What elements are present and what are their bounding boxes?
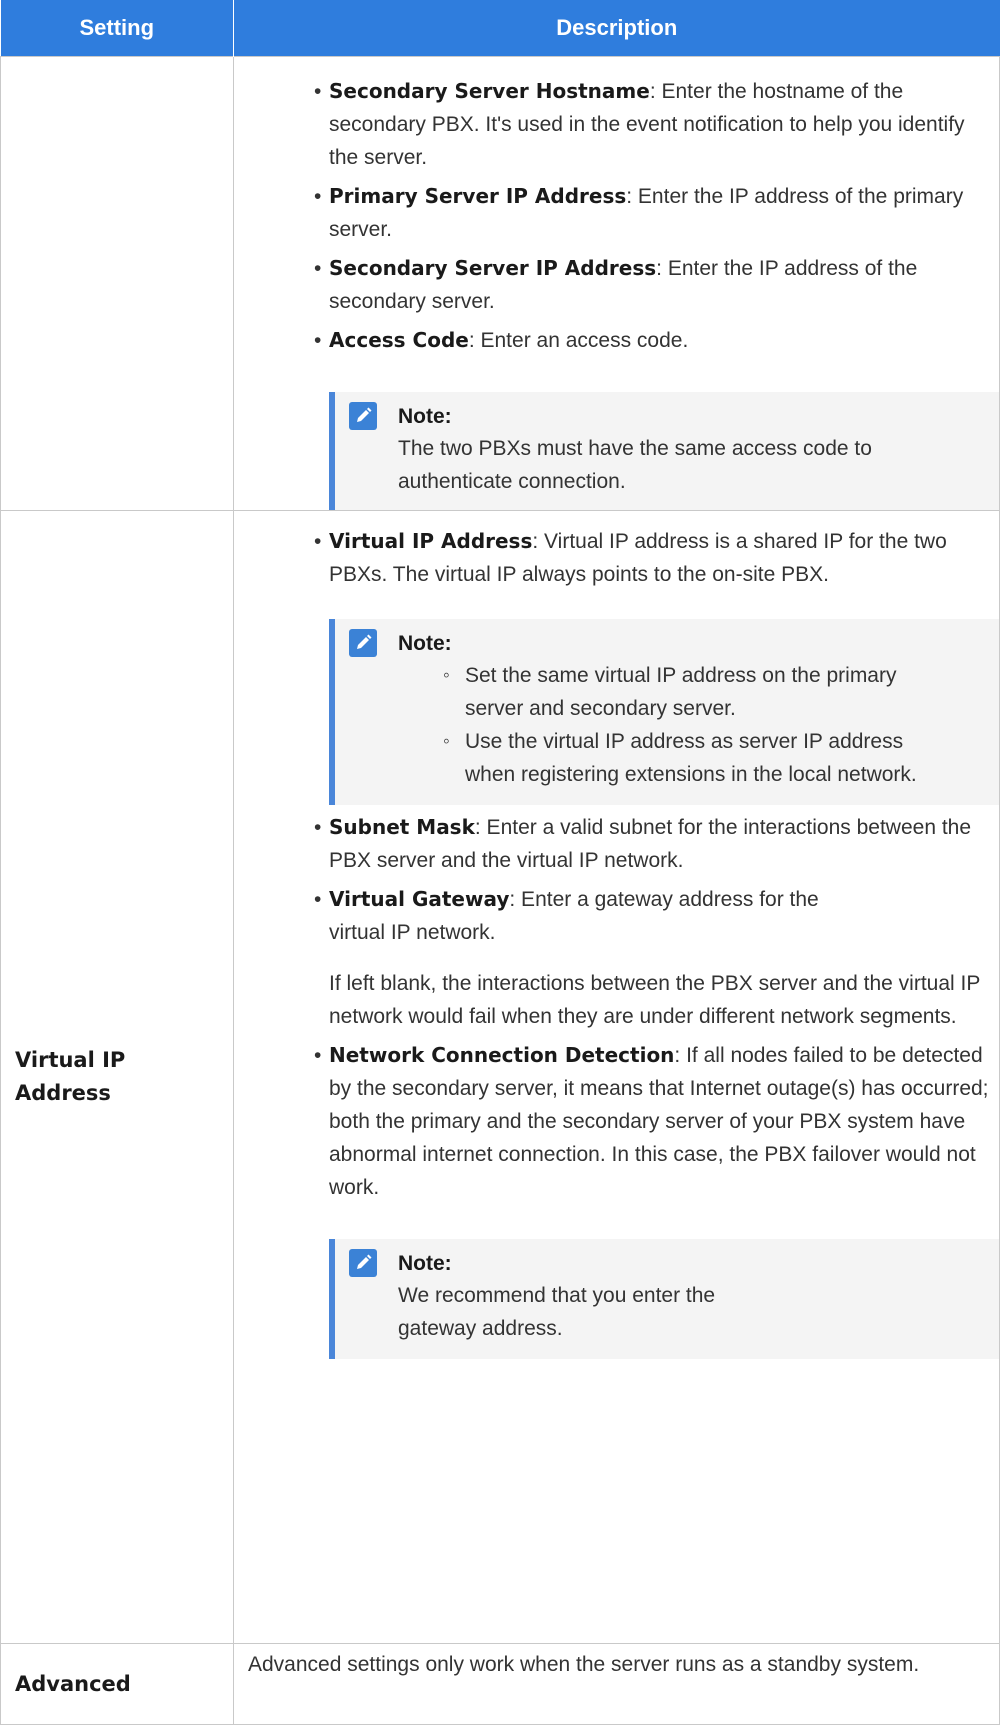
term-label: Access Code [329, 328, 469, 352]
list-item: Network Connection Detection: If all nod… [314, 1039, 999, 1204]
term-label: Secondary Server IP Address [329, 256, 657, 280]
table-row: Advanced Advanced settings only work whe… [0, 1643, 1000, 1725]
list-item: Virtual Gateway: Enter a gateway address… [314, 883, 999, 1033]
table-row: Secondary Server Hostname: Enter the hos… [0, 56, 1000, 511]
table-header-row: Setting Description [0, 0, 1000, 57]
table-row: Virtual IP Address Virtual IP Address: V… [0, 510, 1000, 1644]
note-item: Set the same virtual IP address on the p… [443, 659, 959, 725]
note-title: Note: [398, 405, 452, 428]
note-title: Note: [398, 632, 452, 655]
pencil-icon [349, 629, 377, 657]
note-box: Note: Set the same virtual IP address on… [329, 619, 999, 805]
note-title: Note: [398, 1252, 452, 1275]
note-box: Note: We recommend that you enter the ga… [329, 1239, 999, 1359]
advanced-description: Advanced settings only work when the ser… [248, 1653, 920, 1676]
note-body: Set the same virtual IP address on the p… [443, 659, 959, 791]
list-item: Virtual IP Address: Virtual IP address i… [314, 525, 999, 591]
note-box: Note: The two PBXs must have the same ac… [329, 392, 999, 510]
list-item: Secondary Server IP Address: Enter the I… [314, 252, 999, 318]
term-label: Network Connection Detection [329, 1043, 675, 1067]
setting-label: Advanced [15, 1671, 131, 1696]
pencil-icon [349, 1249, 377, 1277]
note-body: The two PBXs must have the same access c… [398, 437, 872, 493]
term-label: Virtual IP Address [329, 529, 533, 553]
term-text: : If all nodes failed to be detected by … [329, 1044, 989, 1199]
term-label: Primary Server IP Address [329, 184, 627, 208]
header-description: Description [233, 0, 1000, 57]
list-item: Secondary Server Hostname: Enter the hos… [314, 75, 999, 174]
gateway-paragraph: If left blank, the interactions between … [329, 972, 980, 1028]
list-item: Access Code: Enter an access code. [314, 324, 999, 357]
setting-cell: Virtual IP Address [0, 510, 234, 1644]
setting-cell: Advanced [0, 1643, 234, 1725]
setting-label: Virtual IP Address [15, 1048, 126, 1105]
term-label: Virtual Gateway [329, 887, 510, 911]
setting-cell-empty [0, 56, 234, 511]
term-text: : Enter an access code. [468, 329, 689, 352]
note-list: Set the same virtual IP address on the p… [443, 659, 959, 791]
note-item: Use the virtual IP address as server IP … [443, 725, 959, 791]
note-body: We recommend that you enter the gateway … [398, 1284, 716, 1340]
option-list: Virtual IP Address: Virtual IP address i… [314, 525, 999, 591]
term-label: Secondary Server Hostname [329, 79, 650, 103]
pencil-icon [349, 402, 377, 430]
description-cell: Virtual IP Address: Virtual IP address i… [233, 510, 1000, 1644]
term-label: Subnet Mask [329, 815, 475, 839]
list-item: Subnet Mask: Enter a valid subnet for th… [314, 811, 999, 877]
list-item: Primary Server IP Address: Enter the IP … [314, 180, 999, 246]
option-list: Subnet Mask: Enter a valid subnet for th… [314, 811, 999, 1204]
description-cell: Advanced settings only work when the ser… [233, 1643, 1000, 1725]
header-setting: Setting [0, 0, 234, 57]
description-cell: Secondary Server Hostname: Enter the hos… [233, 56, 1000, 511]
settings-table: Setting Description Secondary Server Hos… [0, 0, 1000, 1725]
option-list: Secondary Server Hostname: Enter the hos… [314, 75, 999, 357]
